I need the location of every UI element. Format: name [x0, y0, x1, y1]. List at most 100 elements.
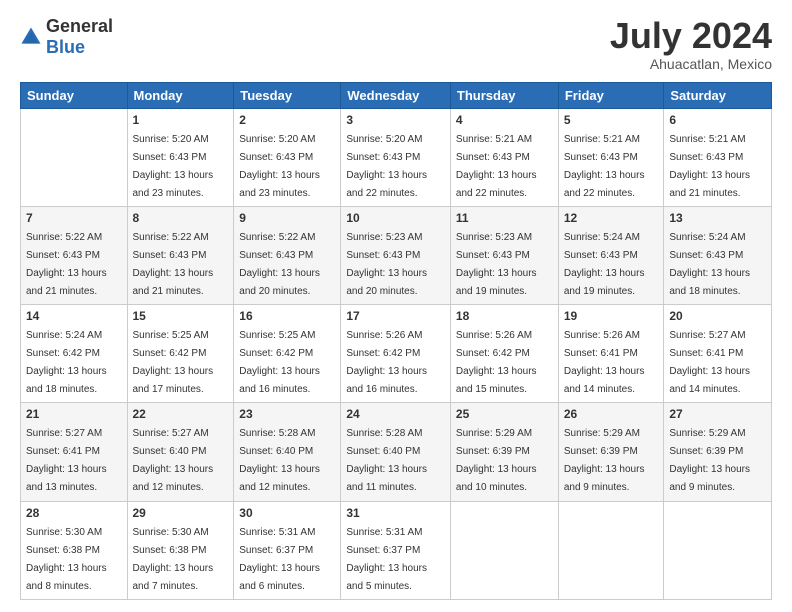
day-number: 18 — [456, 309, 553, 323]
week-row-0: 1 Sunrise: 5:20 AMSunset: 6:43 PMDayligh… — [21, 108, 772, 206]
table-cell: 28 Sunrise: 5:30 AMSunset: 6:38 PMDaylig… — [21, 501, 128, 599]
col-wednesday: Wednesday — [341, 82, 451, 108]
day-number: 26 — [564, 407, 659, 421]
day-number: 30 — [239, 506, 335, 520]
day-info: Sunrise: 5:29 AMSunset: 6:39 PMDaylight:… — [456, 428, 537, 493]
table-cell: 1 Sunrise: 5:20 AMSunset: 6:43 PMDayligh… — [127, 108, 234, 206]
table-cell: 25 Sunrise: 5:29 AMSunset: 6:39 PMDaylig… — [450, 403, 558, 501]
day-info: Sunrise: 5:30 AMSunset: 6:38 PMDaylight:… — [26, 527, 107, 592]
day-info: Sunrise: 5:27 AMSunset: 6:41 PMDaylight:… — [669, 330, 750, 395]
table-cell: 20 Sunrise: 5:27 AMSunset: 6:41 PMDaylig… — [664, 305, 772, 403]
day-number: 25 — [456, 407, 553, 421]
page: General Blue July 2024 Ahuacatlan, Mexic… — [0, 0, 792, 612]
day-number: 15 — [133, 309, 229, 323]
day-number: 4 — [456, 113, 553, 127]
table-cell: 30 Sunrise: 5:31 AMSunset: 6:37 PMDaylig… — [234, 501, 341, 599]
day-info: Sunrise: 5:23 AMSunset: 6:43 PMDaylight:… — [456, 232, 537, 297]
day-info: Sunrise: 5:24 AMSunset: 6:42 PMDaylight:… — [26, 330, 107, 395]
day-info: Sunrise: 5:31 AMSunset: 6:37 PMDaylight:… — [239, 527, 320, 592]
table-cell: 5 Sunrise: 5:21 AMSunset: 6:43 PMDayligh… — [558, 108, 664, 206]
day-info: Sunrise: 5:21 AMSunset: 6:43 PMDaylight:… — [456, 134, 537, 199]
logo-blue: Blue — [46, 37, 85, 57]
col-thursday: Thursday — [450, 82, 558, 108]
day-number: 7 — [26, 211, 122, 225]
day-number: 22 — [133, 407, 229, 421]
day-number: 2 — [239, 113, 335, 127]
col-friday: Friday — [558, 82, 664, 108]
day-info: Sunrise: 5:24 AMSunset: 6:43 PMDaylight:… — [669, 232, 750, 297]
col-sunday: Sunday — [21, 82, 128, 108]
table-cell: 26 Sunrise: 5:29 AMSunset: 6:39 PMDaylig… — [558, 403, 664, 501]
day-info: Sunrise: 5:21 AMSunset: 6:43 PMDaylight:… — [669, 134, 750, 199]
day-number: 19 — [564, 309, 659, 323]
day-number: 8 — [133, 211, 229, 225]
day-number: 14 — [26, 309, 122, 323]
day-number: 16 — [239, 309, 335, 323]
logo-general: General — [46, 16, 113, 36]
day-info: Sunrise: 5:23 AMSunset: 6:43 PMDaylight:… — [346, 232, 427, 297]
day-number: 11 — [456, 211, 553, 225]
table-cell: 21 Sunrise: 5:27 AMSunset: 6:41 PMDaylig… — [21, 403, 128, 501]
table-cell — [450, 501, 558, 599]
day-info: Sunrise: 5:30 AMSunset: 6:38 PMDaylight:… — [133, 527, 214, 592]
day-info: Sunrise: 5:28 AMSunset: 6:40 PMDaylight:… — [346, 428, 427, 493]
table-cell — [21, 108, 128, 206]
day-number: 24 — [346, 407, 445, 421]
day-info: Sunrise: 5:25 AMSunset: 6:42 PMDaylight:… — [133, 330, 214, 395]
day-number: 10 — [346, 211, 445, 225]
week-row-3: 21 Sunrise: 5:27 AMSunset: 6:41 PMDaylig… — [21, 403, 772, 501]
day-info: Sunrise: 5:27 AMSunset: 6:40 PMDaylight:… — [133, 428, 214, 493]
logo-icon — [20, 26, 42, 48]
table-cell: 2 Sunrise: 5:20 AMSunset: 6:43 PMDayligh… — [234, 108, 341, 206]
table-cell: 10 Sunrise: 5:23 AMSunset: 6:43 PMDaylig… — [341, 206, 451, 304]
day-info: Sunrise: 5:26 AMSunset: 6:41 PMDaylight:… — [564, 330, 645, 395]
day-number: 17 — [346, 309, 445, 323]
logo: General Blue — [20, 16, 113, 58]
day-number: 6 — [669, 113, 766, 127]
day-info: Sunrise: 5:22 AMSunset: 6:43 PMDaylight:… — [26, 232, 107, 297]
table-cell: 18 Sunrise: 5:26 AMSunset: 6:42 PMDaylig… — [450, 305, 558, 403]
day-number: 12 — [564, 211, 659, 225]
table-cell: 13 Sunrise: 5:24 AMSunset: 6:43 PMDaylig… — [664, 206, 772, 304]
week-row-1: 7 Sunrise: 5:22 AMSunset: 6:43 PMDayligh… — [21, 206, 772, 304]
table-cell: 15 Sunrise: 5:25 AMSunset: 6:42 PMDaylig… — [127, 305, 234, 403]
day-number: 9 — [239, 211, 335, 225]
day-number: 20 — [669, 309, 766, 323]
table-cell: 22 Sunrise: 5:27 AMSunset: 6:40 PMDaylig… — [127, 403, 234, 501]
day-info: Sunrise: 5:31 AMSunset: 6:37 PMDaylight:… — [346, 527, 427, 592]
day-info: Sunrise: 5:21 AMSunset: 6:43 PMDaylight:… — [564, 134, 645, 199]
table-cell: 8 Sunrise: 5:22 AMSunset: 6:43 PMDayligh… — [127, 206, 234, 304]
table-cell: 31 Sunrise: 5:31 AMSunset: 6:37 PMDaylig… — [341, 501, 451, 599]
table-cell — [664, 501, 772, 599]
title-block: July 2024 Ahuacatlan, Mexico — [610, 16, 772, 72]
day-number: 23 — [239, 407, 335, 421]
table-cell: 6 Sunrise: 5:21 AMSunset: 6:43 PMDayligh… — [664, 108, 772, 206]
day-info: Sunrise: 5:26 AMSunset: 6:42 PMDaylight:… — [456, 330, 537, 395]
day-number: 31 — [346, 506, 445, 520]
day-number: 3 — [346, 113, 445, 127]
table-cell: 23 Sunrise: 5:28 AMSunset: 6:40 PMDaylig… — [234, 403, 341, 501]
table-cell: 4 Sunrise: 5:21 AMSunset: 6:43 PMDayligh… — [450, 108, 558, 206]
day-info: Sunrise: 5:22 AMSunset: 6:43 PMDaylight:… — [239, 232, 320, 297]
col-monday: Monday — [127, 82, 234, 108]
day-info: Sunrise: 5:22 AMSunset: 6:43 PMDaylight:… — [133, 232, 214, 297]
table-cell — [558, 501, 664, 599]
week-row-4: 28 Sunrise: 5:30 AMSunset: 6:38 PMDaylig… — [21, 501, 772, 599]
day-number: 29 — [133, 506, 229, 520]
day-number: 13 — [669, 211, 766, 225]
header: General Blue July 2024 Ahuacatlan, Mexic… — [20, 16, 772, 72]
table-cell: 11 Sunrise: 5:23 AMSunset: 6:43 PMDaylig… — [450, 206, 558, 304]
table-cell: 29 Sunrise: 5:30 AMSunset: 6:38 PMDaylig… — [127, 501, 234, 599]
day-info: Sunrise: 5:28 AMSunset: 6:40 PMDaylight:… — [239, 428, 320, 493]
calendar-table: Sunday Monday Tuesday Wednesday Thursday… — [20, 82, 772, 600]
day-info: Sunrise: 5:26 AMSunset: 6:42 PMDaylight:… — [346, 330, 427, 395]
col-saturday: Saturday — [664, 82, 772, 108]
table-cell: 7 Sunrise: 5:22 AMSunset: 6:43 PMDayligh… — [21, 206, 128, 304]
day-info: Sunrise: 5:20 AMSunset: 6:43 PMDaylight:… — [239, 134, 320, 199]
day-info: Sunrise: 5:29 AMSunset: 6:39 PMDaylight:… — [669, 428, 750, 493]
day-info: Sunrise: 5:20 AMSunset: 6:43 PMDaylight:… — [133, 134, 214, 199]
day-number: 28 — [26, 506, 122, 520]
table-cell: 14 Sunrise: 5:24 AMSunset: 6:42 PMDaylig… — [21, 305, 128, 403]
week-row-2: 14 Sunrise: 5:24 AMSunset: 6:42 PMDaylig… — [21, 305, 772, 403]
table-cell: 24 Sunrise: 5:28 AMSunset: 6:40 PMDaylig… — [341, 403, 451, 501]
